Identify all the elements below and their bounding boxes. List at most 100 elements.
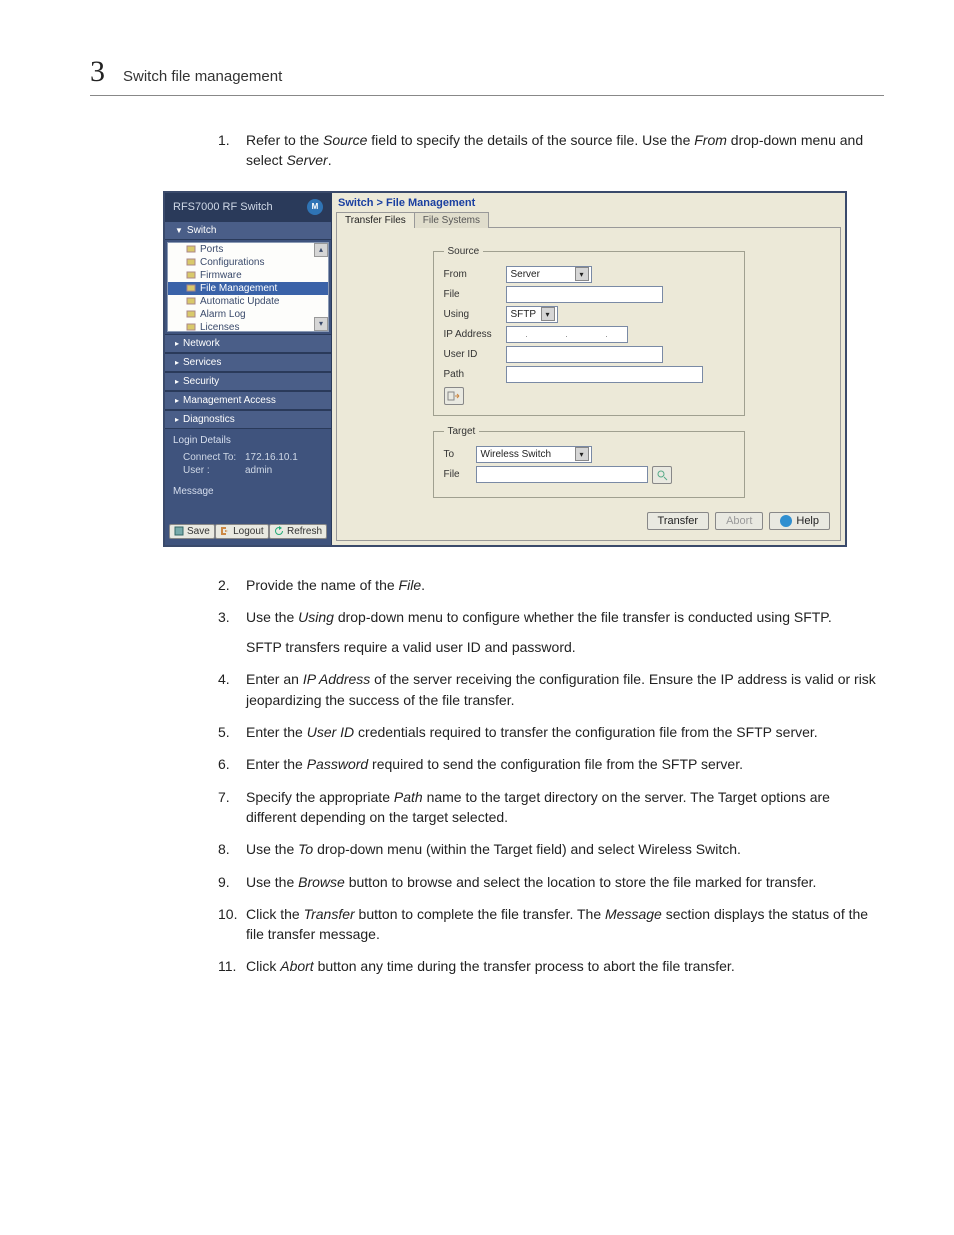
- step-subtext: SFTP transfers require a valid user ID a…: [246, 637, 832, 657]
- step-number: 8.: [218, 839, 246, 859]
- tree-item[interactable]: Configurations: [168, 256, 328, 269]
- transfer-direction-icon[interactable]: [444, 387, 464, 405]
- nav-section[interactable]: ▸ Security: [165, 372, 331, 391]
- tree-item-label: File Management: [200, 283, 277, 294]
- scroll-down-icon[interactable]: ▾: [314, 317, 328, 331]
- breadcrumb: Switch > File Management: [332, 193, 845, 211]
- step-item: 11.Click Abort button any time during th…: [218, 956, 884, 976]
- nav-section[interactable]: ▸Diagnostics: [165, 410, 331, 429]
- steps-bottom: 2.Provide the name of the File.3.Use the…: [218, 575, 884, 977]
- browse-button[interactable]: [652, 466, 672, 484]
- using-select[interactable]: SFTP ▾: [506, 306, 558, 323]
- help-button[interactable]: Help: [769, 512, 830, 530]
- nav-section-switch[interactable]: ▼ Switch: [165, 221, 331, 240]
- from-select[interactable]: Server ▾: [506, 266, 592, 283]
- nav-section-label: Security: [183, 376, 219, 387]
- path-input[interactable]: [506, 366, 703, 383]
- chevron-down-icon: ▾: [575, 447, 589, 461]
- ip-address-input[interactable]: ...: [506, 326, 628, 343]
- source-file-input[interactable]: [506, 286, 663, 303]
- transfer-button[interactable]: Transfer: [647, 512, 710, 530]
- abort-button[interactable]: Abort: [715, 512, 763, 530]
- tree-item-label: Automatic Update: [200, 296, 280, 307]
- to-select-value: Wireless Switch: [481, 449, 552, 460]
- step-item: 6.Enter the Password required to send th…: [218, 754, 884, 774]
- save-icon: [174, 526, 184, 536]
- brand-logo-icon: M: [307, 199, 323, 215]
- step-number: 6.: [218, 754, 246, 774]
- help-icon: [780, 515, 792, 527]
- userid-input[interactable]: [506, 346, 663, 363]
- app-screenshot: RFS7000 RF Switch M ▼ Switch ▴ PortsConf…: [163, 191, 847, 547]
- logout-button[interactable]: Logout: [215, 524, 269, 539]
- step-number: 2.: [218, 575, 246, 595]
- tree-item[interactable]: Ports: [168, 243, 328, 256]
- triangle-right-icon: ▸: [175, 358, 179, 367]
- tree-item[interactable]: File Management: [168, 282, 328, 295]
- step-item: 3.Use the Using drop-down menu to config…: [218, 607, 884, 658]
- tab-strip: Transfer Files File Systems: [332, 211, 845, 227]
- step-number: 3.: [218, 607, 246, 658]
- step-number: 5.: [218, 722, 246, 742]
- step-item: 7.Specify the appropriate Path name to t…: [218, 787, 884, 828]
- step-text: Click the Transfer button to complete th…: [246, 904, 884, 945]
- tree-item[interactable]: Automatic Update: [168, 295, 328, 308]
- tree-item[interactable]: Licenses: [168, 321, 328, 332]
- triangle-right-icon: ▸: [175, 396, 179, 405]
- to-select[interactable]: Wireless Switch ▾: [476, 446, 592, 463]
- tree-item-label: Ports: [200, 244, 223, 255]
- abort-button-label: Abort: [726, 515, 752, 527]
- refresh-icon: [274, 526, 284, 536]
- login-details-title: Login Details: [173, 435, 323, 446]
- step-number: 7.: [218, 787, 246, 828]
- nav-section[interactable]: ▸ Management Access: [165, 391, 331, 410]
- save-button[interactable]: Save: [169, 524, 215, 539]
- step-item: 2.Provide the name of the File.: [218, 575, 884, 595]
- tree-item-icon: [186, 296, 196, 306]
- scroll-up-icon[interactable]: ▴: [314, 243, 328, 257]
- tree-item-label: Alarm Log: [200, 309, 246, 320]
- target-file-input[interactable]: [476, 466, 648, 483]
- step-text: Use the To drop-down menu (within the Ta…: [246, 839, 741, 859]
- step-item: 9.Use the Browse button to browse and se…: [218, 872, 884, 892]
- refresh-button-label: Refresh: [287, 526, 322, 537]
- action-buttons: Transfer Abort Help: [345, 508, 832, 534]
- refresh-button[interactable]: Refresh: [269, 524, 327, 539]
- step-text: Use the Using drop-down menu to configur…: [246, 607, 832, 658]
- path-label: Path: [444, 369, 502, 380]
- step-item: 8.Use the To drop-down menu (within the …: [218, 839, 884, 859]
- tree-item-label: Licenses: [200, 322, 239, 332]
- page-header: 3 Switch file management: [90, 55, 884, 96]
- nav-section-label: Management Access: [183, 395, 276, 406]
- using-select-value: SFTP: [511, 309, 537, 320]
- tree-item-icon: [186, 309, 196, 319]
- tree-item-icon: [186, 283, 196, 293]
- tree-item[interactable]: Alarm Log: [168, 308, 328, 321]
- tab-file-systems[interactable]: File Systems: [414, 212, 489, 228]
- logout-icon: [220, 526, 230, 536]
- nav-section-label: Network: [183, 338, 220, 349]
- connect-to-label: Connect To:: [183, 452, 239, 463]
- tree-item[interactable]: Firmware: [168, 269, 328, 282]
- triangle-right-icon: ▸: [175, 377, 179, 386]
- logout-button-label: Logout: [233, 526, 264, 537]
- nav-section[interactable]: ▸Network: [165, 334, 331, 353]
- chevron-down-icon: ▾: [575, 267, 589, 281]
- file-label: File: [444, 289, 502, 300]
- step-text: Enter the Password required to send the …: [246, 754, 743, 774]
- step-number: 4.: [218, 669, 246, 710]
- steps-top: 1.Refer to the Source field to specify t…: [218, 130, 884, 171]
- sidebar: RFS7000 RF Switch M ▼ Switch ▴ PortsConf…: [165, 193, 332, 545]
- tab-transfer-files[interactable]: Transfer Files: [336, 212, 415, 228]
- tree-item-icon: [186, 270, 196, 280]
- tab-panel: Source From Server ▾ File: [336, 227, 841, 541]
- tree-item-label: Configurations: [200, 257, 264, 268]
- step-item: 5.Enter the User ID credentials required…: [218, 722, 884, 742]
- step-text: Specify the appropriate Path name to the…: [246, 787, 884, 828]
- target-legend: Target: [444, 426, 480, 437]
- chapter-number: 3: [90, 55, 105, 89]
- nav-section[interactable]: ▸Services: [165, 353, 331, 372]
- tree-item-label: Firmware: [200, 270, 242, 281]
- triangle-down-icon: ▼: [175, 226, 183, 235]
- message-label: Message: [173, 486, 323, 497]
